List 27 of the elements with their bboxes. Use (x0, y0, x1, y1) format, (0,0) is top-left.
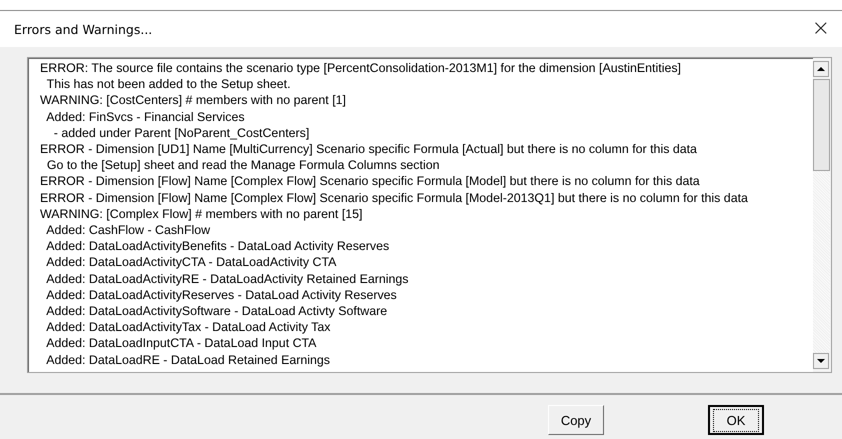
log-line: ERROR - Dimension [Flow] Name [Complex Flow] Scenario specific Formula [Model] but there is no column for this data (40, 173, 701, 190)
log-line: WARNING: [CostCenters] # members with no parent [1] (40, 92, 347, 109)
copy-button[interactable]: Copy (548, 405, 604, 435)
log-line: Added: CashFlow - CashFlow (45, 222, 212, 238)
log-line: Added: DataLoadActivityBenefits - DataLoad Activity Reserves (45, 238, 390, 254)
log-line: WARNING: [Complex Flow] # members with no parent [15] (40, 206, 364, 222)
window-title: Errors and Warnings... (14, 22, 152, 36)
ok-button[interactable]: OK (708, 405, 764, 435)
close-button[interactable]: × (808, 18, 834, 40)
log-line: Added: DataLoadInputCTA - DataLoad Input CTA (45, 335, 318, 352)
log-line: Added: FinSvcs - Financial Services (45, 108, 246, 125)
log-line: Added: DataLoadActivityRE - DataLoadActivity Retained Earnings (45, 270, 410, 287)
log-line: ERROR - Dimension [UD1] Name [MultiCurrency] Scenario specific Formula [Actual] but there is no column for this data (40, 141, 698, 158)
scroll-up-icon[interactable] (813, 61, 829, 77)
log-line: This has not been added to the Setup sheet. (46, 76, 292, 92)
log-line: ERROR - Dimension [Flow] Name [Complex Flow] Scenario specific Formula [Model-2013Q1] but there is no column for this data (40, 190, 749, 206)
log-line: Added: DataLoadActivityTax - DataLoad Activity Tax (45, 319, 332, 336)
log-line: Added: DataLoadRE - DataLoad Retained Earnings (45, 352, 331, 368)
scroll-down-icon[interactable] (813, 353, 829, 369)
scroll-thumb[interactable] (813, 79, 830, 171)
log-line: Go to the [Setup] sheet and read the Manage Formula Columns section (46, 157, 440, 174)
log-line: Added: DataLoadActivitySoftware - DataLoad Activty Software (45, 303, 388, 320)
log-line: ERROR: The source file contains the scenario type [PercentConsolidation-2013M1] for the dimension [AustinEntities] (40, 60, 682, 76)
scrollbar[interactable] (813, 58, 831, 372)
log-line: - added under Parent [NoParent_CostCenters] (52, 124, 310, 142)
log-line: Added: DataLoadActivityCTA - DataLoadActivity CTA (45, 254, 338, 271)
log-line: Added: DataLoadActivityReserves - DataLoad Activity Reserves (45, 286, 398, 304)
